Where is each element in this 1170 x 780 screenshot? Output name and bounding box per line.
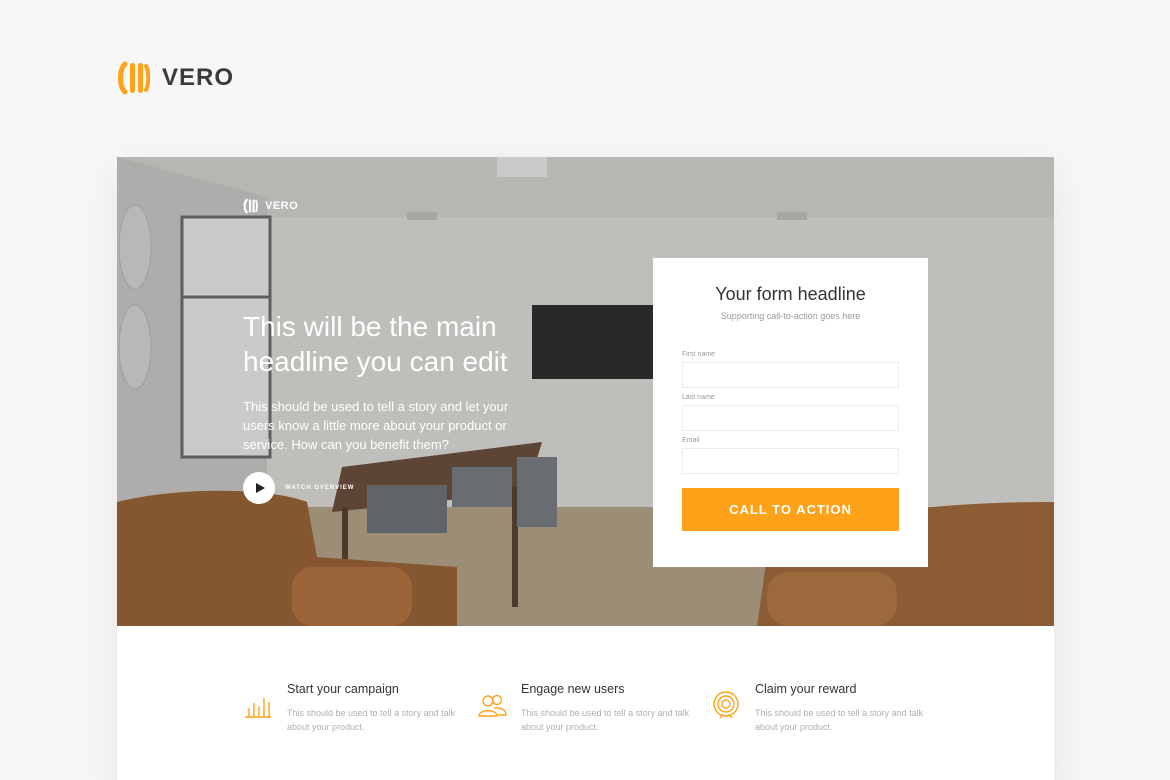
hero-headline: This will be the main headline you can e…	[243, 311, 508, 377]
brand-name: VERO	[162, 64, 235, 91]
hero-logo-name: VERO	[265, 200, 299, 212]
call-to-action-button[interactable]: CALL TO ACTION	[682, 488, 899, 531]
features-section: Start your campaign This should be used …	[117, 626, 1054, 780]
first-name-label: First name	[682, 351, 716, 358]
vero-logo-icon	[243, 198, 258, 214]
last-name-field[interactable]	[682, 405, 899, 431]
first-name-field[interactable]	[682, 362, 899, 388]
watch-overview-button[interactable]: WATCH OVERVIEW	[243, 472, 354, 504]
feature-title: Claim your reward	[755, 682, 857, 696]
feature-title: Start your campaign	[287, 682, 399, 696]
bar-chart-icon	[243, 690, 273, 720]
last-name-label: Last name	[682, 394, 715, 401]
feature-item: Start your campaign This should be used …	[243, 682, 455, 734]
feature-description: This should be used to tell a story and …	[287, 708, 456, 732]
feature-item: Claim your reward This should be used to…	[711, 682, 923, 734]
feature-title: Engage new users	[521, 682, 625, 696]
feature-description: This should be used to tell a story and …	[755, 708, 924, 732]
target-icon	[711, 690, 741, 720]
signup-form: Your form headline Supporting call-to-ac…	[653, 258, 928, 567]
email-field[interactable]	[682, 448, 899, 474]
vero-logo-icon	[118, 61, 150, 95]
users-icon	[477, 690, 507, 720]
form-title: Your form headline	[715, 284, 866, 304]
feature-item: Engage new users This should be used to …	[477, 682, 689, 734]
hero-subtext: This should be used to tell a story and …	[243, 399, 509, 452]
play-button[interactable]	[243, 472, 275, 504]
landing-page-preview: VERO This will be the main headline you …	[117, 157, 1054, 780]
feature-description: This should be used to tell a story and …	[521, 708, 690, 732]
email-label: Email	[682, 437, 700, 444]
brand-logo[interactable]: VERO	[117, 60, 234, 96]
hero-logo[interactable]: VERO	[243, 198, 298, 214]
form-subtitle: Supporting call-to-action goes here	[720, 311, 861, 321]
play-icon	[256, 483, 265, 493]
watch-overview-label: WATCH OVERVIEW	[285, 485, 355, 491]
hero-section: VERO This will be the main headline you …	[117, 157, 1054, 626]
